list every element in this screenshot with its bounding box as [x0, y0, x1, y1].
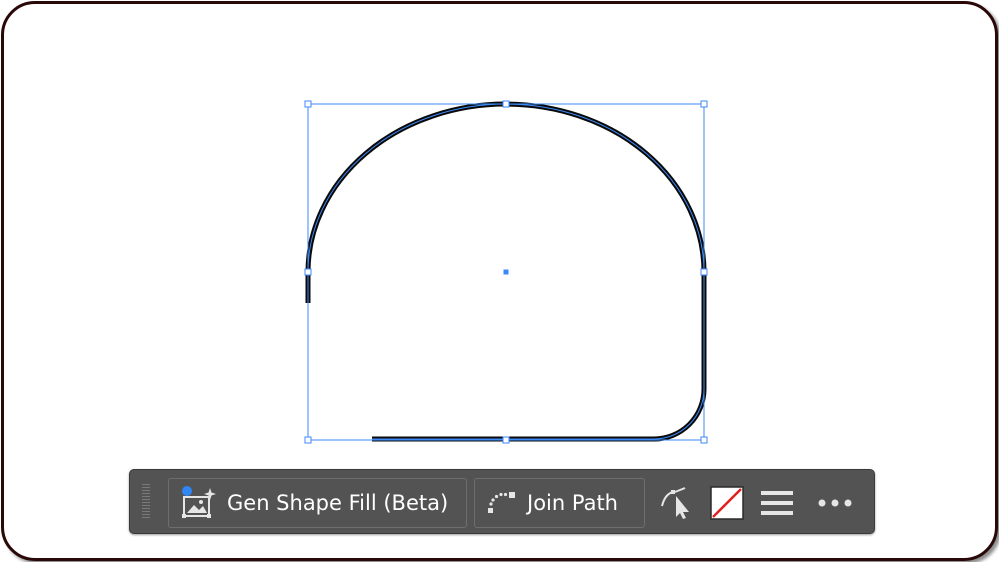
align-options-button[interactable] — [758, 484, 796, 522]
gen-shape-fill-label: Gen Shape Fill (Beta) — [227, 491, 449, 515]
gen-shape-fill-icon — [181, 486, 217, 520]
more-options-button[interactable] — [816, 484, 854, 522]
drag-handle[interactable] — [142, 484, 150, 520]
contextual-task-bar: Gen Shape Fill (Beta) Join Path — [129, 469, 875, 534]
handle-bottom-center[interactable] — [502, 436, 510, 444]
handle-middle-left[interactable] — [304, 268, 312, 276]
handle-top-left[interactable] — [304, 100, 312, 108]
join-path-label: Join Path — [527, 491, 618, 515]
stroke-swatch-icon — [710, 486, 744, 520]
hamburger-menu-icon — [761, 490, 793, 516]
join-path-icon — [487, 489, 517, 517]
handle-middle-right[interactable] — [700, 268, 708, 276]
stroke-swatch-button[interactable] — [708, 484, 746, 522]
pen-tool-button[interactable] — [658, 484, 696, 522]
center-point — [503, 269, 509, 275]
handle-bottom-left[interactable] — [304, 436, 312, 444]
more-options-icon — [818, 499, 852, 507]
handle-top-center[interactable] — [502, 100, 510, 108]
gen-shape-fill-button[interactable]: Gen Shape Fill (Beta) — [168, 478, 467, 528]
pen-tool-icon — [659, 486, 695, 520]
handle-bottom-right[interactable] — [700, 436, 708, 444]
join-path-button[interactable]: Join Path — [474, 478, 645, 528]
handle-top-right[interactable] — [700, 100, 708, 108]
canvas-frame: Gen Shape Fill (Beta) Join Path — [1, 1, 998, 561]
